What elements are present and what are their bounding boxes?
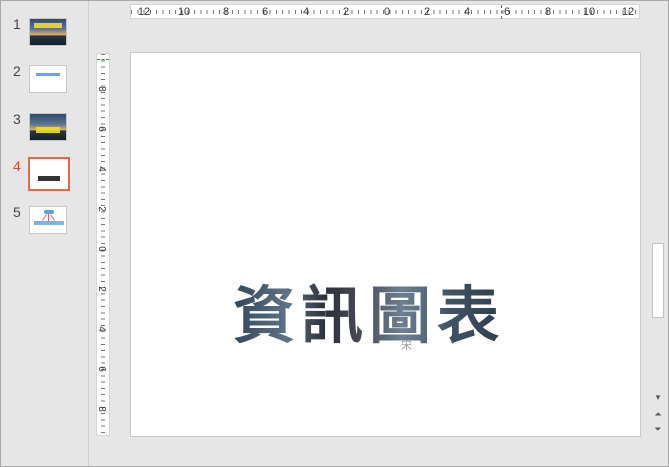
diagram-line [48,214,49,221]
ruler-label: 6 [503,6,511,18]
ruler-ticks [101,54,105,435]
slide-thumbnail-1[interactable] [29,18,67,46]
next-slide-button[interactable]: ⏷ [653,425,663,435]
thumbnail-title-bar [34,23,62,28]
thumbnail-title-bar [36,127,60,133]
ruler-label: 6 [261,6,269,18]
slide-number-active: 4 [13,158,21,174]
diagram-line [50,214,55,221]
ruler-label: 8 [95,406,107,412]
ruler-label: 4 [95,166,107,172]
slide-number: 3 [13,111,21,127]
slide-thumbnail-row-1[interactable]: 1 [1,16,89,52]
thumbnail-title-bar [36,73,60,76]
thumbnail-blank [32,161,66,187]
ruler-label: 2 [423,6,431,18]
slide-thumbnail-4-selected[interactable] [28,157,70,191]
slide-number: 1 [13,16,21,32]
slide-thumbnails-pane: 1 2 3 4 5 [1,1,89,466]
previous-slide-button[interactable]: ⏶ [653,410,663,420]
sunset-image [30,114,66,140]
ruler-label: 2 [95,206,107,212]
slide-title-text[interactable]: 資訊圖表 [233,281,505,351]
slide-number: 5 [13,204,21,220]
ruler-label: 0 [95,246,107,252]
ruler-label: 8 [95,86,107,92]
slide-thumbnail-row-3[interactable]: 3 [1,111,89,147]
cursor-glyph: 宋 [401,339,412,352]
ruler-label: 4 [463,6,471,18]
ruler-label: 6 [95,366,107,372]
slide-thumbnail-5[interactable] [29,206,67,234]
ruler-cursor-marker [97,59,109,60]
sunset-image [30,19,66,45]
ruler-label: 4 [302,6,310,18]
ruler-label: 12 [137,6,151,18]
diagram-line [42,214,47,221]
slide-thumbnail-row-2[interactable]: 2 [1,63,89,99]
ruler-cursor-marker [501,5,502,19]
thumbnail-diagram [30,207,66,233]
slide-number: 2 [13,63,21,79]
slide-thumbnail-2[interactable] [29,65,67,93]
ruler-label: 4 [95,326,107,332]
ruler-label: 12 [621,6,635,18]
slide-thumbnail-row-5[interactable]: 5 [1,204,89,240]
slide-thumbnail-row-4[interactable]: 4 [1,157,89,194]
vertical-ruler[interactable]: 8 6 4 2 0 2 4 6 8 [96,53,110,436]
diagram-node [34,221,64,225]
ruler-label: 2 [95,286,107,292]
ruler-label: 10 [177,6,191,18]
scroll-down-arrow[interactable]: ▾ [653,393,663,403]
ruler-label: 10 [582,6,596,18]
scrollbar-thumb[interactable] [652,243,664,318]
thumbnail-blank [30,66,66,92]
ruler-label: 2 [342,6,350,18]
ruler-label: 8 [544,6,552,18]
ruler-label: 0 [383,6,391,18]
slide-canvas[interactable]: 資訊圖表 宋 [130,52,641,437]
ruler-label: 8 [222,6,230,18]
slide-thumbnail-3[interactable] [29,113,67,141]
thumbnail-title-bar [38,176,60,181]
vertical-scrollbar[interactable]: ▾ ⏶ ⏷ [650,3,666,443]
ruler-label: 6 [95,126,107,132]
horizontal-ruler[interactable]: 12 10 8 6 4 2 0 2 4 6 8 10 12 [130,4,640,19]
